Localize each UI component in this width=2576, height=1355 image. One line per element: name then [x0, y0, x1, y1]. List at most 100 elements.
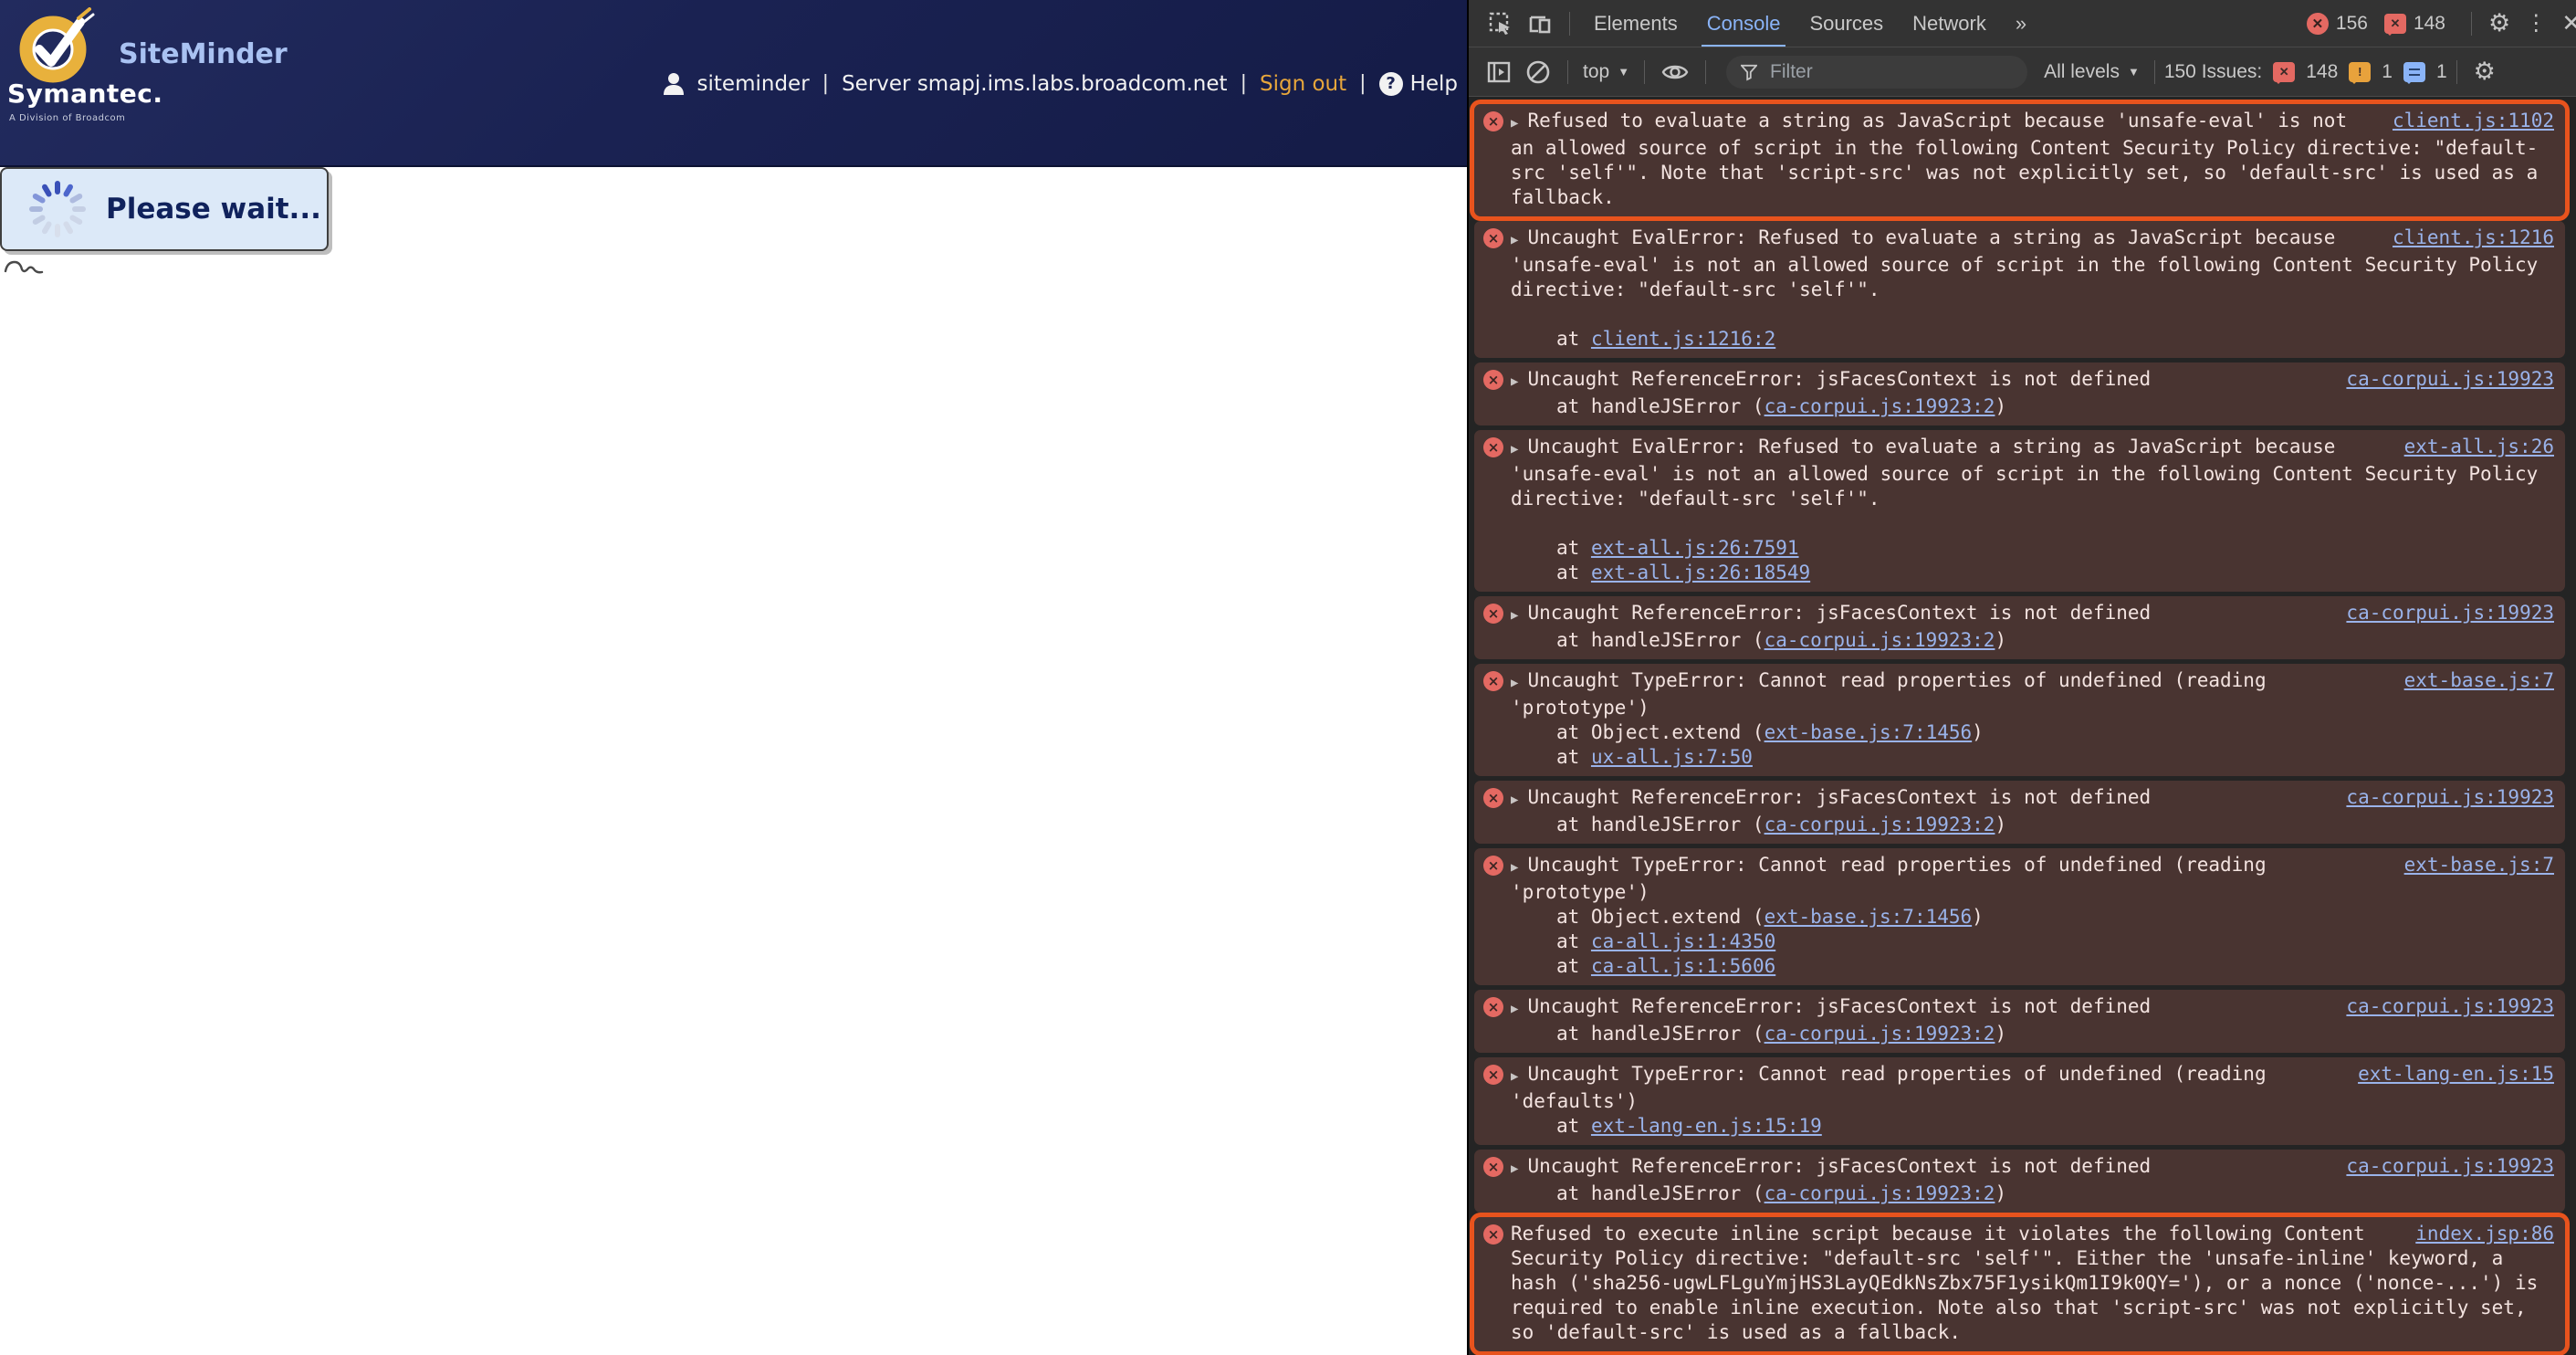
more-tabs-chevron[interactable]: » — [2001, 0, 2041, 47]
settings-gear-icon[interactable]: ⚙ — [2481, 9, 2518, 37]
stack-frame-link[interactable]: ca-corpui.js:19923:2 — [1764, 1182, 1995, 1204]
stack-frame-link[interactable]: ca-all.js:1:5606 — [1591, 955, 1775, 977]
tab-sources[interactable]: Sources — [1795, 0, 1898, 47]
console-error-row[interactable]: × ext-lang-en.js:15 ▶ Uncaught TypeError: C… — [1474, 1057, 2565, 1145]
error-message-line: ca-corpui.js:19923 ▶ Uncaught ReferenceErr… — [1511, 1154, 2554, 1182]
expand-triangle-icon[interactable]: ▶ — [1511, 233, 1518, 247]
stack-frame-link[interactable]: ext-base.js:7:1456 — [1764, 906, 1973, 928]
stack-frame-link[interactable]: ext-all.js:26:18549 — [1591, 562, 1810, 583]
stack-frame-link[interactable]: ca-corpui.js:19923:2 — [1764, 395, 1995, 417]
console-error-row[interactable]: × ca-corpui.js:19923 ▶ Uncaught ReferenceEr… — [1474, 596, 2565, 659]
stack-frame-prefix: at — [1556, 955, 1591, 977]
source-location-link[interactable]: ext-base.js:7 — [2404, 853, 2554, 877]
console-error-row[interactable]: × ca-corpui.js:19923 ▶ Uncaught ReferenceEr… — [1474, 990, 2565, 1053]
issues-counter[interactable]: 150 Issues: ✕ 148 ! 1 1 — [2164, 61, 2447, 84]
console-error-row[interactable]: × index.jsp:86 Refused to execute inline s… — [1474, 1217, 2565, 1351]
stack-frame-link[interactable]: ext-lang-en.js:15:19 — [1591, 1115, 1822, 1137]
stack-frame-link[interactable]: ca-corpui.js:19923:2 — [1764, 1023, 1995, 1045]
expand-triangle-icon[interactable]: ▶ — [1511, 1002, 1518, 1016]
log-level-selector[interactable]: All levels ▼ — [2038, 61, 2145, 83]
stack-frame: at ca-all.js:1:4350 — [1511, 930, 2554, 954]
console-error-row[interactable]: × ext-all.js:26 ▶ Uncaught EvalError: Refus… — [1474, 430, 2565, 592]
stack-frame-prefix: at Object.extend ( — [1556, 906, 1764, 928]
error-count-badge[interactable]: ✕ 156 — [2306, 12, 2368, 35]
stack-frame: at Object.extend (ext-base.js:7:1456) — [1511, 720, 2554, 745]
console-error-row[interactable]: × ca-corpui.js:19923 ▶ Uncaught ReferenceEr… — [1474, 1150, 2565, 1213]
console-error-row[interactable]: × ext-base.js:7 ▶ Uncaught TypeError: Canno… — [1474, 664, 2565, 776]
symantec-logo-icon — [19, 7, 95, 83]
source-location-link[interactable]: client.js:1216 — [2393, 226, 2554, 250]
source-location-link[interactable]: ca-corpui.js:19923 — [2346, 785, 2554, 810]
stack-frame-link[interactable]: ca-corpui.js:19923:2 — [1764, 629, 1995, 651]
source-location-link[interactable]: ca-corpui.js:19923 — [2346, 367, 2554, 392]
app-header: Symantec. A Division of Broadcom SiteMin… — [0, 0, 1467, 167]
issues-warning-bubble-icon: ! — [2349, 61, 2372, 84]
source-location-link[interactable]: index.jsp:86 — [2415, 1222, 2554, 1246]
stack-frame-suffix: ) — [1995, 629, 2007, 651]
stack-frame: at ext-all.js:26:18549 — [1511, 561, 2554, 585]
tab-network[interactable]: Network — [1898, 0, 2001, 47]
error-icon: × — [1483, 228, 1503, 248]
expand-triangle-icon[interactable]: ▶ — [1511, 442, 1518, 457]
stack-frame-link[interactable]: ux-all.js:7:50 — [1591, 746, 1753, 768]
stack-frame-link[interactable]: ca-corpui.js:19923:2 — [1764, 814, 1995, 835]
expand-triangle-icon[interactable]: ▶ — [1511, 374, 1518, 389]
stack-frame-prefix: at handleJSError ( — [1556, 814, 1764, 835]
expand-triangle-icon[interactable]: ▶ — [1511, 608, 1518, 623]
error-message-line: ca-corpui.js:19923 ▶ Uncaught ReferenceErr… — [1511, 994, 2554, 1022]
divider — [1569, 11, 1570, 36]
filter-box[interactable] — [1726, 55, 2028, 89]
console-error-row[interactable]: × ext-base.js:7 ▶ Uncaught TypeError: Canno… — [1474, 848, 2565, 985]
brand-tagline: A Division of Broadcom — [9, 113, 126, 123]
error-message-text: Refused to execute inline script because… — [1511, 1223, 2539, 1343]
error-message-body: ext-base.js:7 ▶ Uncaught TypeError: Cannot… — [1511, 853, 2554, 979]
message-count-badge[interactable]: ✕ 148 — [2383, 13, 2445, 36]
expand-triangle-icon[interactable]: ▶ — [1511, 676, 1518, 690]
stack-frame-prefix: at handleJSError ( — [1556, 1023, 1764, 1045]
console-error-row[interactable]: × ca-corpui.js:19923 ▶ Uncaught ReferenceEr… — [1474, 362, 2565, 425]
stack-frame-link[interactable]: ext-base.js:7:1456 — [1764, 721, 1973, 743]
console-sidebar-icon[interactable] — [1480, 60, 1518, 84]
stack-frame-link[interactable]: ca-all.js:1:4350 — [1591, 930, 1775, 952]
kebab-menu-icon[interactable]: ⋮ — [2518, 10, 2554, 37]
console-error-row[interactable]: × ca-corpui.js:19923 ▶ Uncaught ReferenceEr… — [1474, 781, 2565, 844]
expand-triangle-icon[interactable]: ▶ — [1511, 1161, 1518, 1176]
close-devtools-icon[interactable]: ✕ — [2554, 9, 2576, 37]
product-title: SiteMinder — [119, 38, 288, 70]
help-icon[interactable]: ? — [1378, 71, 1403, 96]
console-settings-gear-icon[interactable]: ⚙ — [2466, 58, 2503, 86]
tab-console[interactable]: Console — [1692, 0, 1796, 47]
source-location-link[interactable]: client.js:1102 — [2393, 109, 2554, 133]
source-location-link[interactable]: ext-all.js:26 — [2404, 435, 2554, 459]
expand-triangle-icon[interactable]: ▶ — [1511, 860, 1518, 875]
console-message-list[interactable]: × client.js:1102 ▶ Refused to evaluate a st… — [1469, 97, 2576, 1355]
tab-elements[interactable]: Elements — [1579, 0, 1692, 47]
inspect-element-icon[interactable] — [1482, 12, 1520, 36]
expand-triangle-icon[interactable]: ▶ — [1511, 793, 1518, 807]
help-link[interactable]: Help — [1410, 72, 1458, 96]
expand-triangle-icon[interactable]: ▶ — [1511, 1069, 1518, 1084]
stack-frame-suffix: ) — [1972, 721, 1984, 743]
stack-frame-link[interactable]: ext-all.js:26:7591 — [1591, 537, 1799, 559]
source-location-link[interactable]: ca-corpui.js:19923 — [2346, 601, 2554, 625]
source-location-link[interactable]: ca-corpui.js:19923 — [2346, 994, 2554, 1019]
stack-frame-prefix: at — [1556, 746, 1591, 768]
console-error-row[interactable]: × client.js:1216 ▶ Uncaught EvalError: Refu… — [1474, 221, 2565, 358]
divider — [2456, 59, 2457, 84]
error-icon: × — [1483, 604, 1503, 624]
source-location-link[interactable]: ext-lang-en.js:15 — [2358, 1062, 2554, 1087]
source-location-link[interactable]: ext-base.js:7 — [2404, 668, 2554, 693]
device-toolbar-icon[interactable] — [1520, 12, 1560, 36]
filter-input[interactable] — [1768, 59, 2014, 84]
stack-frame-link[interactable]: client.js:1216:2 — [1591, 328, 1775, 350]
error-message-body: ca-corpui.js:19923 ▶ Uncaught ReferenceErr… — [1511, 367, 2554, 419]
sign-out-link[interactable]: Sign out — [1260, 72, 1346, 96]
expand-triangle-icon[interactable]: ▶ — [1511, 116, 1518, 131]
server-label: Server smapj.ims.labs.broadcom.net — [842, 71, 1228, 96]
clear-console-icon[interactable] — [1518, 59, 1558, 85]
console-error-row[interactable]: × client.js:1102 ▶ Refused to evaluate a st… — [1474, 104, 2565, 216]
source-location-link[interactable]: ca-corpui.js:19923 — [2346, 1154, 2554, 1179]
live-expression-eye-icon[interactable] — [1654, 60, 1696, 84]
context-selector[interactable]: top ▼ — [1577, 61, 1635, 83]
please-wait-dialog: Please wait... — [0, 167, 329, 251]
